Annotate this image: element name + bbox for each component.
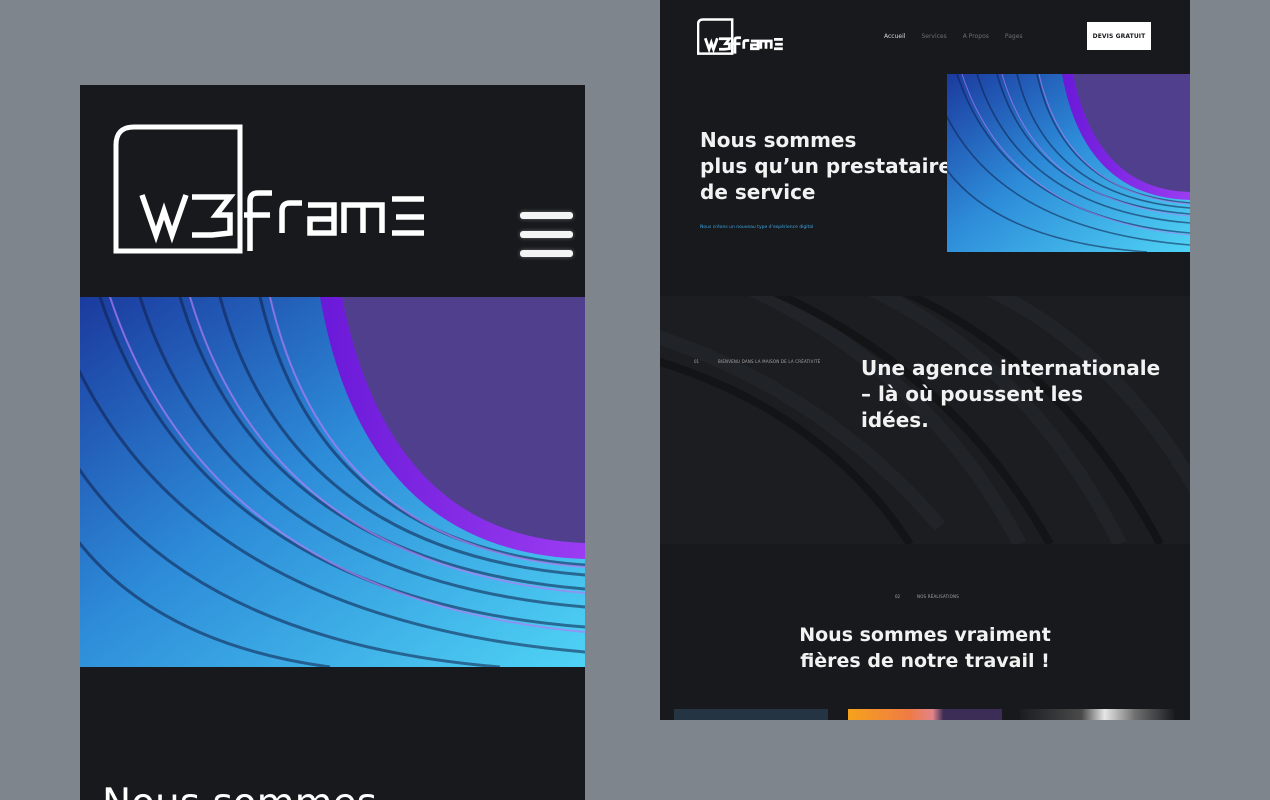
hero-subtitle-link[interactable]: Nous créons un nouveau type d’expérience… — [700, 225, 813, 230]
menu-bar — [520, 212, 573, 219]
nav-item-services[interactable]: Services — [921, 33, 946, 40]
nav-item-accueil[interactable]: Accueil — [884, 33, 905, 40]
mobile-hero-image — [80, 297, 585, 667]
agency-title-line: Une agence internationale — [861, 356, 1161, 380]
w3frame-logo[interactable] — [112, 123, 432, 258]
section-number: 01 — [694, 359, 700, 364]
hero-title-line: plus qu’un prestataire — [700, 154, 952, 178]
section-number: 02 — [895, 594, 901, 599]
menu-bar — [520, 250, 573, 257]
mobile-header — [80, 85, 585, 297]
main-navigation: Accueil Services A Propos Pages — [884, 33, 1039, 40]
portfolio-title-line: fières de notre travail ! — [800, 650, 1050, 672]
section-label: NOS RÉALISATIONS — [917, 594, 959, 599]
agency-section: 01 BIENVENU DANS LA MAISON DE LA CRÉATIV… — [660, 296, 1190, 544]
desktop-hero-image — [947, 74, 1190, 252]
portfolio-title: Nous sommes vraiment fières de notre tra… — [660, 622, 1190, 674]
portfolio-thumbnail[interactable] — [1020, 709, 1174, 720]
section-label: BIENVENU DANS LA MAISON DE LA CRÉATIVITÉ — [718, 359, 821, 364]
hero-title: Nous sommes plus qu’un prestataire de se… — [700, 127, 952, 205]
portfolio-thumbnail[interactable] — [848, 709, 1002, 720]
mobile-mockup: Nous sommes — [80, 85, 585, 800]
portfolio-thumbnail[interactable] — [674, 709, 828, 720]
hamburger-menu-icon[interactable] — [520, 212, 573, 258]
hero-title-line: de service — [700, 180, 816, 204]
agency-title: Une agence internationale – là où pousse… — [861, 355, 1160, 433]
nav-item-pages[interactable]: Pages — [1005, 33, 1023, 40]
menu-bar — [520, 231, 573, 238]
free-quote-button[interactable]: DEVIS GRATUIT — [1087, 22, 1151, 50]
desktop-mockup: Accueil Services A Propos Pages DEVIS GR… — [660, 0, 1190, 720]
nav-item-a-propos[interactable]: A Propos — [963, 33, 989, 40]
mobile-hero-title: Nous sommes — [102, 781, 377, 800]
w3frame-logo[interactable] — [697, 18, 785, 56]
hero-title-line: Nous sommes — [700, 128, 857, 152]
agency-title-line: – là où poussent les — [861, 382, 1083, 406]
portfolio-title-line: Nous sommes vraiment — [799, 624, 1051, 646]
agency-title-line: idées. — [861, 408, 929, 432]
